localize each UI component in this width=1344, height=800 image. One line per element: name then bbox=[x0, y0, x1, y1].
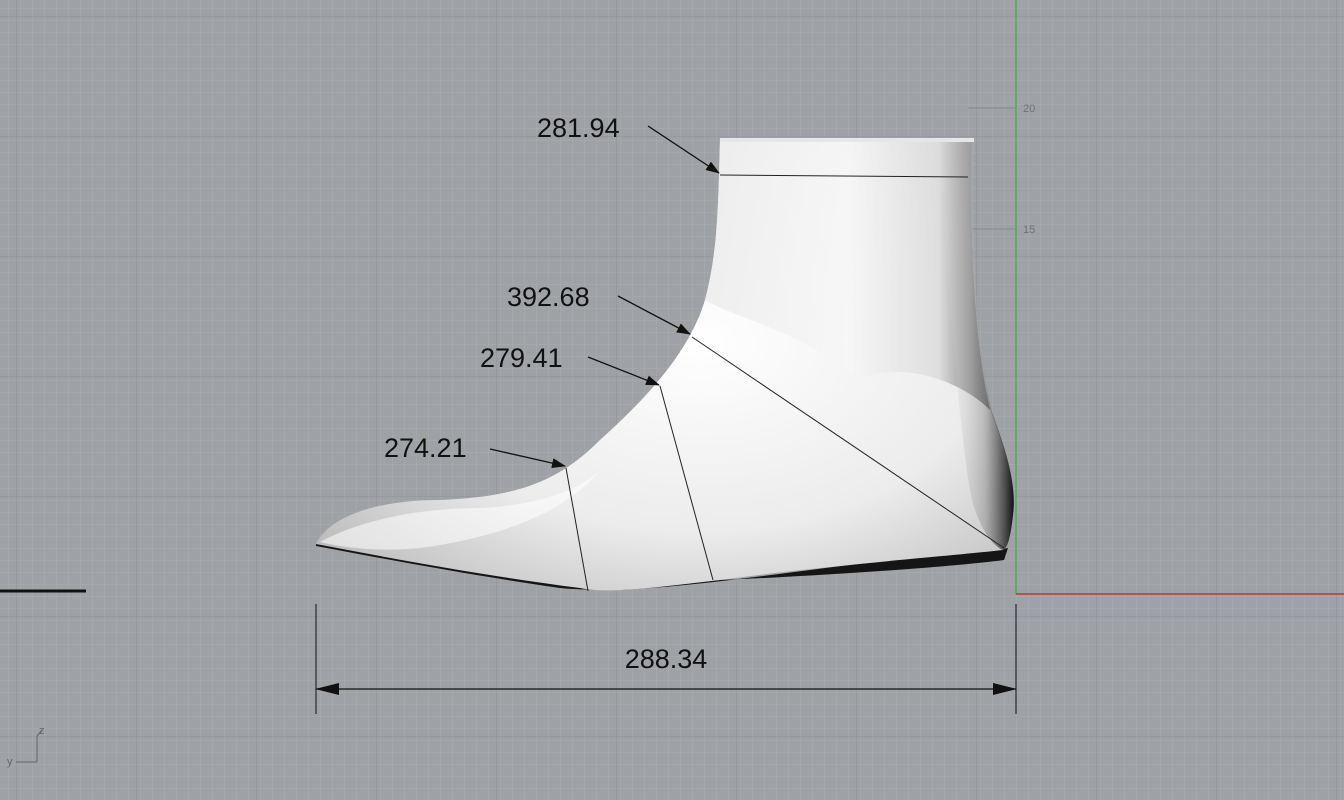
ankle-girth-label: 281.94 bbox=[537, 113, 620, 143]
length-label: 288.34 bbox=[625, 644, 708, 674]
ruler-tick-15: 15 bbox=[1023, 224, 1035, 236]
instep-girth-label: 279.41 bbox=[480, 343, 563, 373]
heel-girth-label: 392.68 bbox=[507, 282, 590, 312]
ball-girth-label: 274.21 bbox=[384, 433, 467, 463]
axis-widget-y-label: y bbox=[7, 756, 13, 768]
axis-widget-z-label: z bbox=[39, 725, 45, 737]
ruler-tick-20: 20 bbox=[1023, 103, 1035, 115]
viewport-canvas[interactable]: 20 15 281.94 392.68 279.41 274.21 288.34… bbox=[0, 0, 1344, 800]
top-opening bbox=[720, 138, 974, 142]
